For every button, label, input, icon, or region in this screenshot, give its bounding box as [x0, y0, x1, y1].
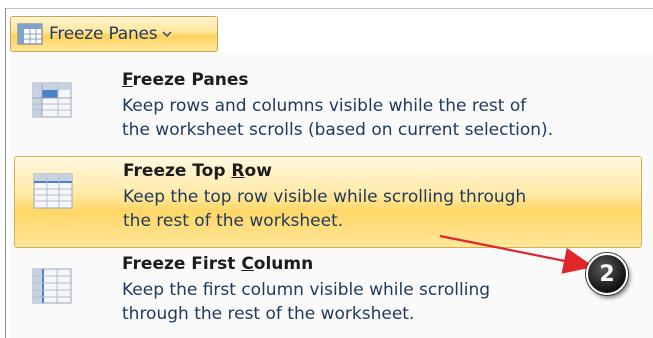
menu-item-text: Freeze First Column Keep the first colum… [122, 252, 490, 326]
menu-item-text: Freeze Panes Keep rows and columns visib… [122, 68, 553, 142]
menu-item-description: Keep the top row visible while scrolling… [123, 187, 527, 207]
chevron-down-icon [162, 31, 173, 38]
freeze-panes-icon [17, 23, 43, 45]
menu-item-text: Freeze Top Row Keep the top row visible … [123, 159, 526, 233]
freeze-panes-dropdown-button[interactable]: Freeze Panes [10, 16, 218, 52]
freeze-panes-button-label: Freeze Panes [49, 24, 158, 44]
screenshot-margin [0, 0, 653, 6]
freeze-panes-menu: Freeze Panes Keep rows and columns visib… [10, 52, 653, 338]
freeze-panes-icon [32, 82, 72, 118]
menu-item-title: Freeze Top Row [123, 161, 272, 181]
freeze-first-column-icon [32, 268, 72, 304]
menu-item-description: through the rest of the worksheet. [122, 304, 415, 324]
menu-item-freeze-panes[interactable]: Freeze Panes Keep rows and columns visib… [10, 62, 642, 158]
step-number-badge: 2 [586, 253, 628, 295]
menu-item-description: the rest of the worksheet. [123, 211, 344, 231]
menu-item-title: Freeze First Column [122, 254, 314, 274]
window-border-top [5, 8, 653, 9]
menu-item-description: Keep the first column visible while scro… [122, 280, 491, 300]
window-border-left [5, 8, 6, 338]
menu-item-freeze-top-row[interactable]: Freeze Top Row Keep the top row visible … [14, 156, 642, 248]
menu-item-title: Freeze Panes [122, 70, 249, 90]
menu-item-description: Keep rows and columns visible while the … [122, 96, 527, 116]
menu-item-description: the worksheet scrolls (based on current … [122, 120, 554, 140]
freeze-top-row-icon [33, 173, 73, 209]
menu-item-freeze-first-column[interactable]: Freeze First Column Keep the first colum… [10, 250, 642, 338]
